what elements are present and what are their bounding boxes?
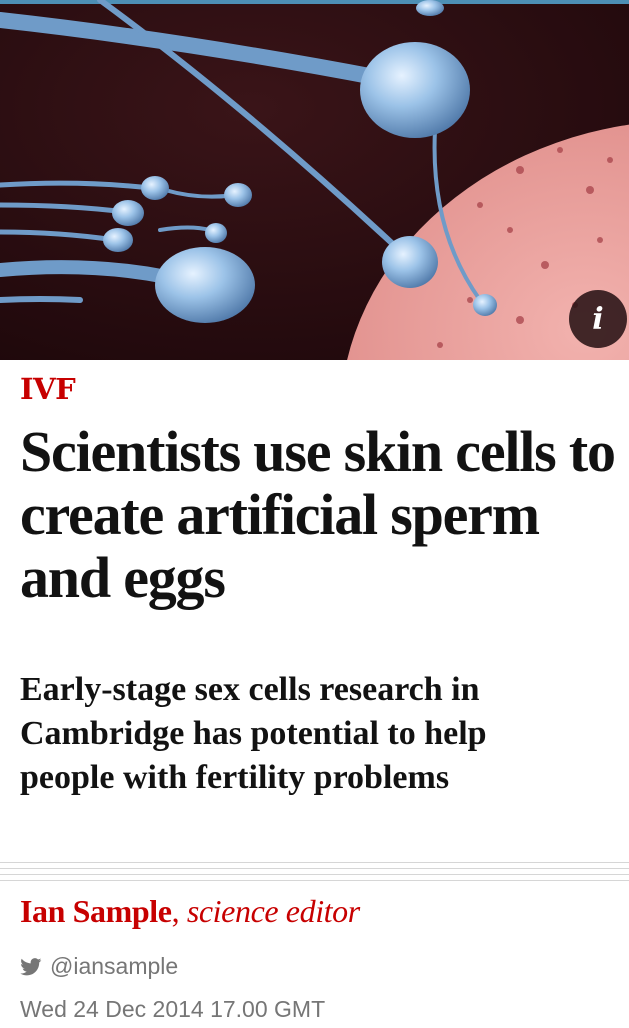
divider-line: [0, 874, 629, 875]
author-name-link[interactable]: Ian Sample: [20, 893, 172, 929]
image-info-button[interactable]: i: [569, 290, 627, 348]
twitter-link[interactable]: @iansample: [20, 953, 178, 980]
divider-line: [0, 880, 629, 881]
article-headline: Scientists use skin cells to create arti…: [20, 419, 616, 610]
byline-separator: ,: [171, 893, 180, 929]
section-label[interactable]: IVF: [20, 372, 76, 406]
info-icon: i: [592, 301, 604, 337]
author-role: science editor: [186, 893, 360, 929]
hero-image: i: [0, 0, 629, 360]
divider-line: [0, 862, 629, 863]
twitter-bird-icon: [20, 957, 42, 975]
hero-illustration: [0, 0, 629, 360]
byline: Ian Sample, science editor: [20, 893, 360, 930]
article-standfirst: Early-stage sex cells research in Cambri…: [20, 671, 487, 796]
twitter-handle: @iansample: [50, 953, 179, 979]
publish-date: Wed 24 Dec 2014 17.00 GMT: [20, 996, 326, 1022]
divider-line: [0, 868, 629, 869]
